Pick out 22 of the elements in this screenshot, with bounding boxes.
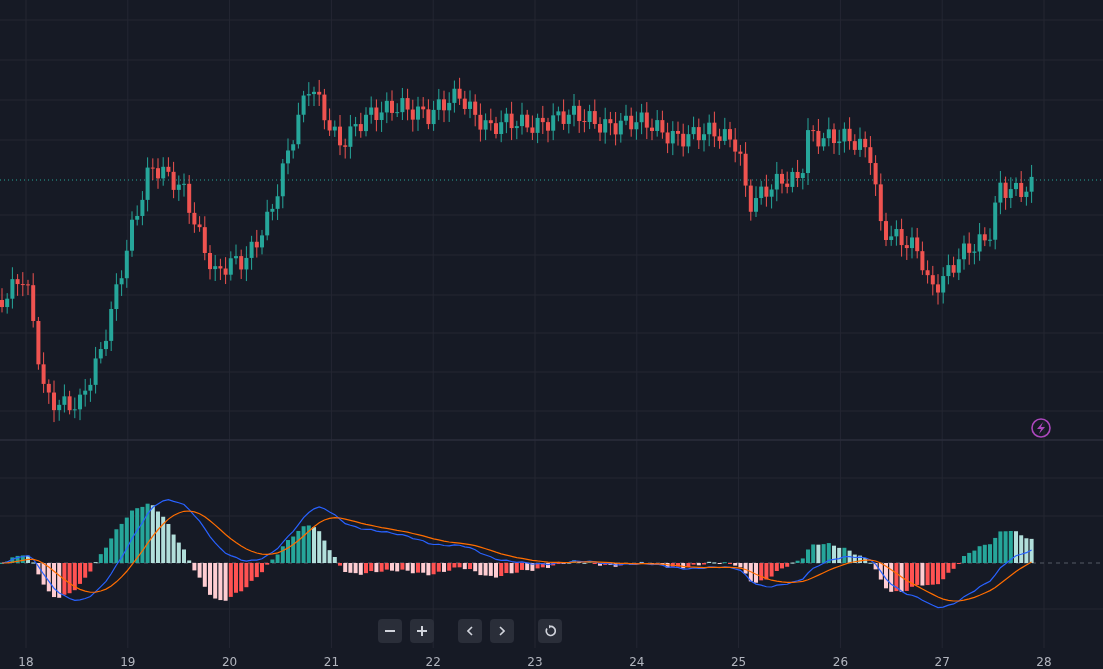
time-axis-label: 23 xyxy=(527,655,543,669)
lightning-icon[interactable] xyxy=(1031,418,1051,438)
chevron-right-icon xyxy=(499,626,505,636)
time-axis-label: 18 xyxy=(18,655,34,669)
scroll-left-button[interactable] xyxy=(458,619,482,643)
time-axis-label: 28 xyxy=(1036,655,1052,669)
time-axis-label: 27 xyxy=(934,655,950,669)
time-axis-label: 26 xyxy=(832,655,849,669)
reset-button[interactable] xyxy=(538,619,562,643)
time-axis-label: 25 xyxy=(730,655,747,669)
minus-icon xyxy=(385,630,395,632)
time-axis-label: 20 xyxy=(221,655,238,669)
zoom-in-button[interactable] xyxy=(410,619,434,643)
time-axis-label: 21 xyxy=(323,655,340,669)
time-axis-label: 24 xyxy=(629,655,645,669)
chevron-left-icon xyxy=(467,626,473,636)
zoom-out-button[interactable] xyxy=(378,619,402,643)
plus-icon xyxy=(417,626,427,636)
time-axis-label: 22 xyxy=(425,655,441,669)
scroll-right-button[interactable] xyxy=(490,619,514,643)
reset-icon xyxy=(544,625,556,637)
time-axis-label: 19 xyxy=(120,655,136,669)
